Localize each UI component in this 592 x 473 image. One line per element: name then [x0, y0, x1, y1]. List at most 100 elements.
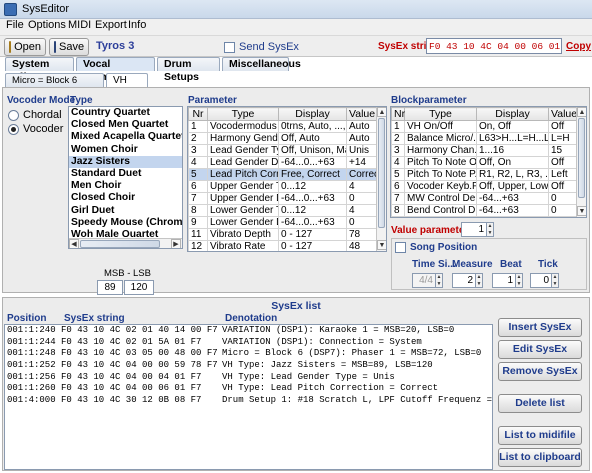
list-item[interactable]: 001:1:252 F0 43 10 4C 04 00 00 59 78 F7 VH… — [5, 360, 492, 372]
spin-down-icon[interactable]: ▼ — [552, 281, 558, 288]
table-row[interactable]: 3 Harmony Chan... 1...16 15 — [391, 144, 577, 157]
table-row[interactable]: 4Lead Gender D...-64...0...+63+14 — [188, 156, 377, 169]
copy-link[interactable]: Copy — [566, 41, 591, 52]
list-item[interactable]: Country Quartet — [69, 107, 182, 119]
measure-input[interactable]: 2 — [452, 273, 476, 288]
scrollbar-thumb[interactable] — [80, 240, 160, 248]
spinner-buttons[interactable]: ▲ ▼ — [516, 273, 523, 288]
list-item[interactable]: 001:1:244 F0 43 10 4C 02 01 5A 01 F7 VARIA… — [5, 337, 492, 349]
radio-chordal[interactable]: Chordal — [8, 109, 62, 121]
tick-input[interactable]: 0 — [530, 273, 552, 288]
send-sysex-checkbox[interactable]: Send SysEx — [224, 41, 299, 53]
edit-sysex-button[interactable]: Edit SysEx — [498, 340, 582, 359]
time-sig-input[interactable]: 4/4 — [412, 273, 436, 288]
table-row[interactable]: 6Upper Gender T...0...124 — [188, 180, 377, 193]
spin-down-icon[interactable]: ▼ — [516, 281, 522, 288]
list-item[interactable]: Woh Male Quartet — [69, 229, 182, 237]
time-sig-spinner[interactable]: 4/4 ▲ ▼ — [412, 273, 443, 288]
scroll-right-icon[interactable]: ▶ — [171, 239, 181, 248]
block-table[interactable]: Nr Type Display Value 1 VH On/Off On, Off O… — [391, 107, 577, 217]
menu-export[interactable]: Export — [95, 19, 127, 31]
list-item[interactable]: Jazz Sisters — [69, 155, 182, 168]
list-item[interactable]: Speedy Mouse (Chromati — [69, 217, 182, 229]
table-row[interactable]: 12 Vibrato Rate 0 - 127 48 — [188, 240, 377, 251]
beat-spinner[interactable]: 1 ▲ ▼ — [492, 273, 523, 288]
table-row[interactable]: 3Lead Gender Ty...Off, Unison, Mal...Uni… — [188, 144, 377, 157]
table-row[interactable]: 7 MW Control De... -64...+63 0 — [391, 192, 577, 205]
table-row[interactable]: 5Lead Pitch Corr...Free, CorrectCorrect — [188, 168, 377, 181]
tick-spinner[interactable]: 0 ▲ ▼ — [530, 273, 559, 288]
list-to-midifile-button[interactable]: List to midifile — [498, 426, 582, 445]
value-parameter-input[interactable]: 1 — [461, 222, 487, 237]
spin-down-icon[interactable]: ▼ — [487, 230, 493, 237]
menu-midi[interactable]: MIDI — [68, 19, 91, 31]
scroll-up-icon[interactable]: ▲ — [577, 107, 586, 117]
col-value[interactable]: Value — [548, 107, 577, 121]
table-row[interactable]: 11 Vibrato Depth 0 - 127 78 — [188, 228, 377, 241]
spin-up-icon[interactable]: ▲ — [552, 274, 558, 281]
scrollbar-thumb[interactable] — [578, 118, 585, 198]
spinner-buttons[interactable]: ▲ ▼ — [552, 273, 559, 288]
beat-input[interactable]: 1 — [492, 273, 516, 288]
menu-options[interactable]: Options — [28, 19, 66, 31]
spin-up-icon[interactable]: ▲ — [476, 274, 482, 281]
col-nr[interactable]: Nr — [188, 107, 208, 121]
open-button[interactable]: Open — [4, 38, 46, 56]
table-row[interactable]: 9Cat Control De...-64...+630 — [391, 216, 577, 217]
spinner-buttons[interactable]: ▲ ▼ — [476, 273, 483, 288]
col-type[interactable]: Type — [207, 107, 279, 121]
table-row[interactable]: 9Lower Gender D...-64...0...+630 — [188, 216, 377, 229]
list-item[interactable]: Closed Men Quartet — [69, 119, 182, 131]
tab-vocal-harmony[interactable]: Vocal Harmony — [76, 57, 155, 83]
tab-vh-type[interactable]: VH Type — [106, 73, 148, 99]
list-item[interactable]: 001:1:248 F0 43 10 4C 03 05 00 48 00 F7 Mi… — [5, 348, 492, 360]
table-row[interactable]: 6Vocoder Keyb.P...Off, Upper, Lowe...Off — [391, 180, 577, 193]
parameter-table[interactable]: Nr Type Display Value 1 Vocodermodus 0trns… — [188, 107, 377, 251]
table-row[interactable]: 1 VH On/Off On, Off Off — [391, 120, 577, 133]
list-item[interactable]: Mixed Acapella Quartet — [69, 131, 182, 143]
table-row[interactable]: 8 Bend Control D... -64...+63 0 — [391, 204, 577, 217]
type-list-hscrollbar[interactable]: ◀ ▶ — [69, 238, 182, 248]
spinner-buttons[interactable]: ▲ ▼ — [487, 222, 494, 237]
type-list[interactable]: Country Quartet Closed Men Quartet Mixed A… — [68, 106, 183, 249]
list-item[interactable]: Girl Duet — [69, 205, 182, 217]
col-value[interactable]: Value — [346, 107, 377, 121]
parameter-table-vscrollbar[interactable]: ▲ ▼ — [376, 107, 386, 251]
table-row[interactable]: 8Lower Gender T...0...124 — [188, 204, 377, 217]
block-table-vscrollbar[interactable]: ▲ ▼ — [576, 107, 586, 217]
scroll-down-icon[interactable]: ▼ — [377, 240, 386, 250]
list-item[interactable]: Standard Duet — [69, 168, 182, 180]
menu-info[interactable]: Info — [128, 19, 146, 31]
table-row[interactable]: 2Balance Micro/...L63>H...L=H...L<...L=H — [391, 132, 577, 145]
list-item[interactable]: Men Choir — [69, 180, 182, 192]
sysex-list[interactable]: 001:1:240 F0 43 10 4C 02 01 40 14 00 F7 VA… — [4, 324, 493, 470]
list-to-clipboard-button[interactable]: List to clipboard — [498, 448, 582, 467]
insert-sysex-button[interactable]: Insert SysEx — [498, 318, 582, 337]
measure-spinner[interactable]: 2 ▲ ▼ — [452, 273, 483, 288]
list-item[interactable]: 001:4:000 F0 43 10 4C 30 12 0B 08 F7 Drum … — [5, 395, 492, 407]
list-item[interactable]: 001:1:240 F0 43 10 4C 02 01 40 14 00 F7 VA… — [5, 325, 492, 337]
list-item[interactable]: Closed Choir — [69, 192, 182, 204]
value-parameter-spinner[interactable]: 1 ▲ ▼ — [461, 222, 494, 237]
tab-system-effects[interactable]: System Effects — [5, 57, 74, 83]
menu-file[interactable]: File — [6, 19, 24, 31]
table-row[interactable]: 4Pitch To Note O...Off, OnOff — [391, 156, 577, 169]
spin-up-icon[interactable]: ▲ — [436, 274, 442, 281]
table-row[interactable]: 7Upper Gender D...-64...0...+630 — [188, 192, 377, 205]
col-type[interactable]: Type — [404, 107, 477, 121]
spin-up-icon[interactable]: ▲ — [487, 223, 493, 230]
list-item[interactable]: Women Choir — [69, 144, 182, 156]
col-display[interactable]: Display — [278, 107, 347, 121]
col-display[interactable]: Display — [476, 107, 549, 121]
tab-miscellaneous[interactable]: Miscellaneous — [222, 57, 301, 71]
save-button[interactable]: Save — [49, 38, 89, 56]
spin-up-icon[interactable]: ▲ — [516, 274, 522, 281]
spin-down-icon[interactable]: ▼ — [436, 281, 442, 288]
table-row[interactable]: 5 Pitch To Note P... R1, R2, L, R3, ... Lef… — [391, 168, 577, 181]
song-position-checkbox[interactable]: Song Position — [395, 242, 477, 253]
remove-sysex-button[interactable]: Remove SysEx — [498, 362, 582, 381]
list-item[interactable]: 001:1:256 F0 43 10 4C 04 00 04 01 F7 VH Ty… — [5, 372, 492, 384]
scroll-down-icon[interactable]: ▼ — [577, 206, 586, 216]
sysex-string-field[interactable]: F0 43 10 4C 04 00 06 01 F7 — [426, 38, 562, 54]
scrollbar-thumb[interactable] — [378, 118, 385, 228]
